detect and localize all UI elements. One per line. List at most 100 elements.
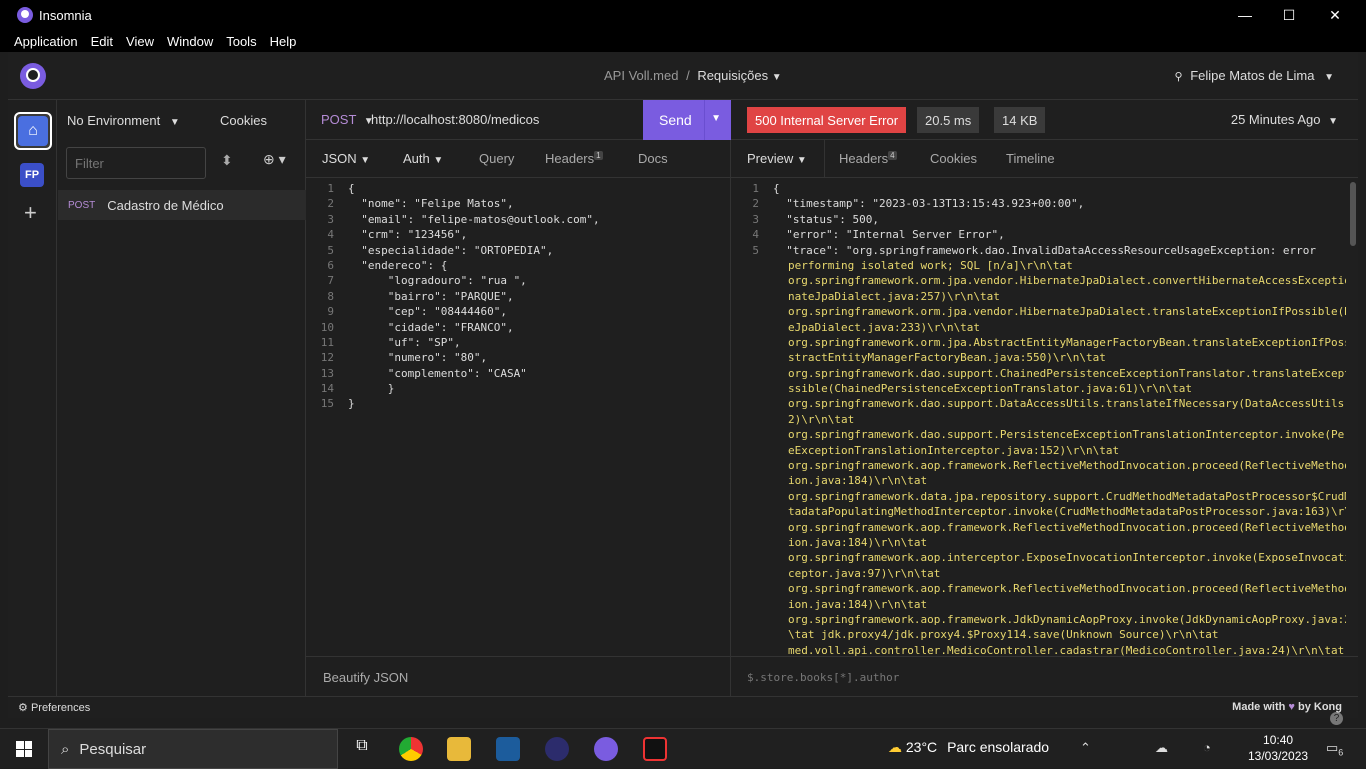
request-name: Cadastro de Médico bbox=[107, 197, 224, 213]
chevron-down-icon[interactable]: ▼ bbox=[711, 113, 721, 124]
tab-preview[interactable]: Preview ▼ bbox=[747, 151, 807, 166]
environment-label: No Environment bbox=[67, 113, 161, 128]
filter-input[interactable] bbox=[66, 147, 206, 179]
status-badge: 500 Internal Server Error bbox=[747, 107, 907, 133]
response-line: 3 "status": 500, bbox=[731, 213, 1346, 228]
response-text: "trace": "org.springframework.dao.Invali… bbox=[773, 243, 1317, 257]
sort-icon[interactable]: ⬍ bbox=[221, 152, 233, 169]
code-text: "cidade": "FRANCO", bbox=[348, 320, 514, 334]
send-button[interactable]: Send ▼ bbox=[643, 100, 731, 140]
line-number: 5 bbox=[327, 243, 334, 257]
code-text: "numero": "80", bbox=[348, 351, 488, 365]
response-status-bar: 500 Internal Server Error 20.5 ms 14 KB … bbox=[731, 100, 1358, 140]
file-explorer-icon[interactable] bbox=[447, 737, 471, 761]
response-wrapped-line: ceptor.java:97)\r\n\tat bbox=[788, 566, 941, 580]
tab-response-cookies[interactable]: Cookies bbox=[930, 151, 977, 166]
sidebar: No Environment ▼ Cookies ⬍ ⊕ ▾ POST Cada… bbox=[58, 100, 306, 696]
line-number: 5 bbox=[752, 243, 759, 257]
code-text: "bairro": "PARQUE", bbox=[348, 289, 514, 303]
response-tabs: Preview ▼ Headers 4 Cookies Timeline bbox=[731, 140, 1358, 178]
breadcrumb-collection[interactable]: API Voll.med bbox=[604, 68, 678, 83]
menu-view[interactable]: View bbox=[126, 34, 154, 49]
code-line: 8 "bairro": "PARQUE", bbox=[306, 290, 731, 305]
response-filter-input[interactable]: $.store.books[*].author bbox=[731, 656, 1358, 696]
notifications-icon[interactable]: ▭6 bbox=[1326, 740, 1343, 758]
history-label: 25 Minutes Ago bbox=[1230, 112, 1321, 127]
code-line: 5 "especialidade": "ORTOPEDIA", bbox=[306, 244, 731, 259]
task-view-icon[interactable]: ⧉ bbox=[350, 737, 374, 761]
windows-start-icon[interactable] bbox=[16, 741, 32, 757]
response-line: 4 "error": "Internal Server Error", bbox=[731, 228, 1346, 243]
intellij-icon[interactable] bbox=[643, 737, 667, 761]
maximize-button[interactable]: ☐ bbox=[1266, 0, 1312, 30]
chevron-up-icon[interactable]: ⌃ bbox=[1080, 740, 1091, 756]
response-wrapped-line: med.voll.api.controller.MedicoController… bbox=[788, 643, 1345, 656]
chevron-down-icon: ▼ bbox=[796, 155, 807, 166]
line-number: 1 bbox=[327, 182, 334, 195]
chevron-down-icon[interactable]: ▼ bbox=[772, 72, 782, 83]
tab-response-headers-label: Headers bbox=[839, 151, 889, 166]
history-dropdown[interactable]: 25 Minutes Ago ▼ bbox=[1231, 112, 1338, 127]
menu-tools[interactable]: Tools bbox=[226, 34, 256, 49]
response-body-viewer[interactable]: 1{2 "timestamp": "2023-03-13T13:15:43.92… bbox=[731, 182, 1346, 656]
menu-edit[interactable]: Edit bbox=[91, 34, 113, 49]
url-input[interactable]: http://localhost:8080/medicos bbox=[371, 112, 539, 127]
code-line: 11 "uf": "SP", bbox=[306, 336, 731, 351]
weather-widget[interactable]: ☁ 23°C Parc ensolarado bbox=[888, 739, 1049, 756]
response-wrapped-line: org.springframework.data.jpa.repository.… bbox=[788, 489, 1346, 503]
close-button[interactable]: ✕ bbox=[1312, 0, 1358, 30]
taskbar-search[interactable]: ⌕ Pesquisar bbox=[48, 729, 338, 769]
line-number: 7 bbox=[327, 274, 334, 288]
chrome-icon[interactable] bbox=[399, 737, 423, 761]
method-select[interactable]: POST ▼ bbox=[321, 112, 374, 127]
home-button[interactable]: ⌂ bbox=[14, 112, 52, 150]
breadcrumb-current[interactable]: Requisições bbox=[697, 68, 768, 83]
insomnia-taskbar-icon[interactable] bbox=[594, 737, 618, 761]
app-window: API Voll.med / Requisições ▼ ⚲ Felipe Ma… bbox=[8, 52, 1358, 725]
menu-help[interactable]: Help bbox=[270, 34, 297, 49]
line-number: 4 bbox=[327, 228, 334, 242]
line-number: 9 bbox=[327, 305, 334, 319]
beautify-json-button[interactable]: Beautify JSON bbox=[306, 656, 731, 696]
menu-window[interactable]: Window bbox=[167, 34, 213, 49]
minimize-button[interactable]: — bbox=[1222, 0, 1268, 30]
code-text: "complemento": "CASA" bbox=[348, 366, 527, 380]
response-wrapped-line: nateJpaDialect.java:257)\r\n\tat bbox=[788, 289, 1000, 303]
preferences-button[interactable]: ⚙ Preferences bbox=[18, 701, 90, 714]
gear-icon: ⚙ bbox=[18, 702, 28, 714]
tab-query[interactable]: Query bbox=[479, 151, 514, 166]
sidebar-request-item[interactable]: POST Cadastro de Médico bbox=[58, 190, 306, 220]
wifi-icon[interactable]: ◔ bbox=[1203, 740, 1211, 755]
insomnia-logo-icon[interactable] bbox=[20, 63, 46, 89]
response-wrapped-line: org.springframework.dao.support.Persiste… bbox=[788, 428, 1346, 442]
tab-docs[interactable]: Docs bbox=[638, 151, 668, 166]
tab-body[interactable]: JSON ▼ bbox=[322, 151, 370, 166]
send-label: Send bbox=[659, 112, 692, 128]
eclipse-icon[interactable] bbox=[545, 737, 569, 761]
response-scrollbar[interactable] bbox=[1350, 182, 1356, 246]
mysql-workbench-icon[interactable] bbox=[496, 737, 520, 761]
tab-preview-label: Preview bbox=[747, 151, 794, 166]
cloud-icon[interactable]: ☁ bbox=[1155, 740, 1168, 756]
tab-headers[interactable]: Headers 1 bbox=[545, 151, 603, 166]
menu-application[interactable]: Application bbox=[14, 34, 78, 49]
tab-body-label: JSON bbox=[322, 151, 357, 166]
tab-timeline[interactable]: Timeline bbox=[1006, 151, 1055, 166]
system-clock[interactable]: 10:40 13/03/2023 bbox=[1248, 732, 1308, 764]
made-with-kong[interactable]: Made with ♥ by Kong bbox=[1232, 701, 1342, 713]
environment-select[interactable]: No Environment ▼ bbox=[67, 113, 180, 128]
request-body-editor[interactable]: 1{2 "nome": "Felipe Matos", 3 "email": "f… bbox=[306, 182, 731, 413]
insomnia-logo-icon bbox=[17, 7, 33, 23]
user-menu[interactable]: ⚲ Felipe Matos de Lima ▼ bbox=[1175, 68, 1335, 83]
cookies-button[interactable]: Cookies bbox=[220, 113, 267, 128]
request-tabs: JSON ▼ Auth ▼ Query Headers 1 Docs bbox=[306, 140, 731, 178]
tab-response-headers[interactable]: Headers 4 bbox=[839, 151, 897, 166]
search-icon: ⌕ bbox=[61, 740, 70, 758]
chevron-down-icon: ▼ bbox=[1328, 116, 1338, 127]
response-wrapped-line: org.springframework.aop.framework.Reflec… bbox=[788, 520, 1346, 534]
workspace-avatar[interactable]: FP bbox=[20, 163, 44, 187]
tab-auth[interactable]: Auth ▼ bbox=[403, 151, 443, 166]
add-request-icon[interactable]: ⊕ ▾ bbox=[263, 151, 286, 168]
add-workspace-button[interactable]: + bbox=[24, 200, 37, 226]
preferences-label: Preferences bbox=[30, 702, 91, 714]
